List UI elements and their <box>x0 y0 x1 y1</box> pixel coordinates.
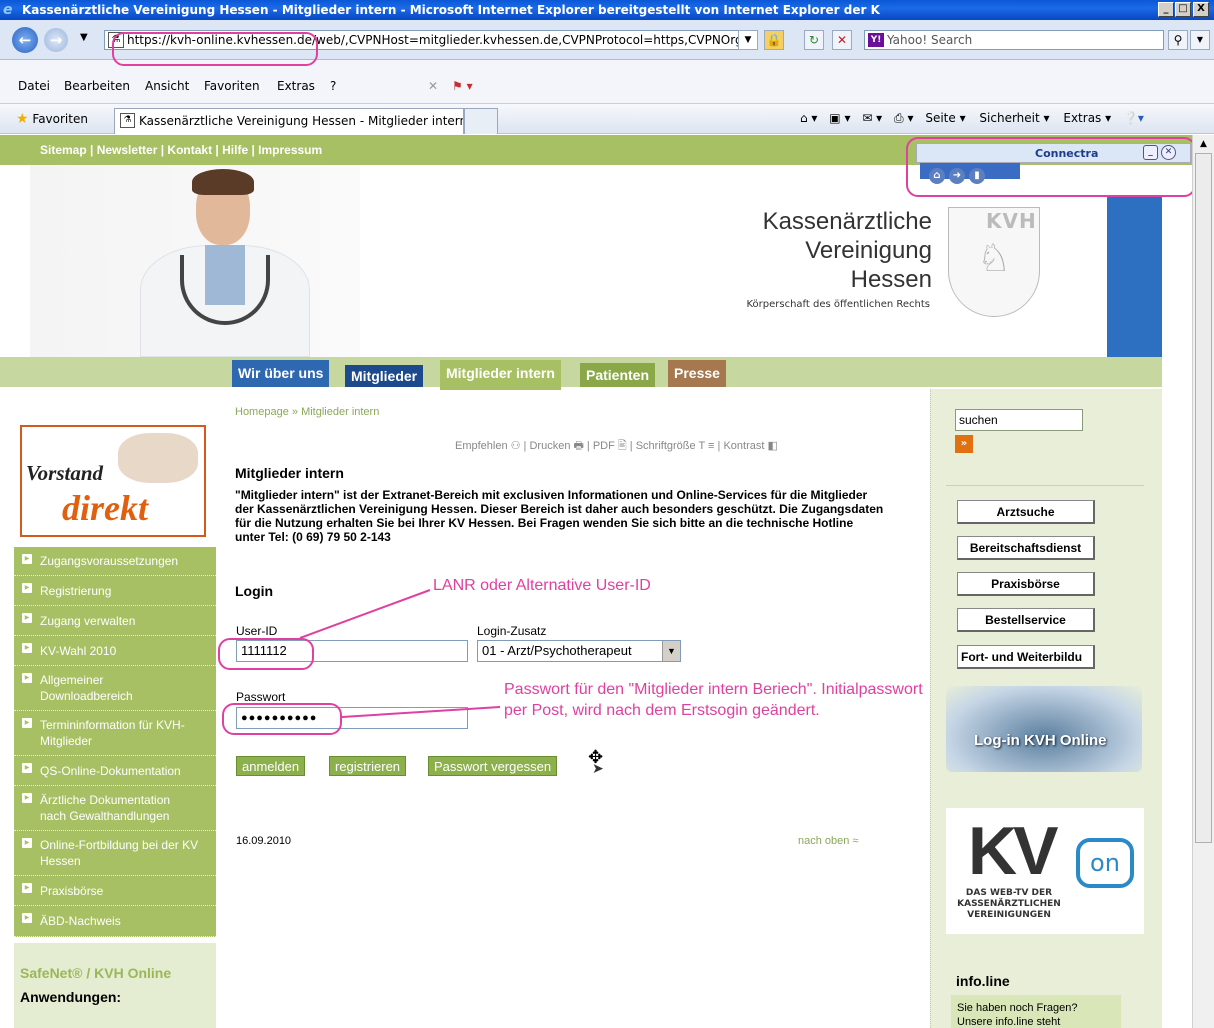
menu-ansicht[interactable]: Ansicht <box>145 79 189 93</box>
site-search-input[interactable]: suchen <box>955 409 1083 431</box>
kvon-subtitle: DAS WEB-TV DER KASSENÄRZTLICHEN VEREINIG… <box>957 888 1061 920</box>
minimize-button[interactable]: _ <box>1158 2 1174 17</box>
new-tab-button[interactable] <box>464 108 498 134</box>
favorites-button[interactable]: ★ Favoriten <box>16 111 88 127</box>
site-search-button[interactable]: » <box>955 435 973 453</box>
scroll-up-icon[interactable]: ▲ <box>1195 136 1212 152</box>
back-icon[interactable]: ← <box>12 27 38 53</box>
close-button[interactable]: X <box>1193 2 1209 17</box>
menu-bearbeiten[interactable]: Bearbeiten <box>64 79 130 93</box>
close-menu-icon[interactable]: ✕ <box>428 79 438 93</box>
login-kvh-online-banner[interactable]: Log-in KVH Online <box>946 686 1142 772</box>
search-options-icon[interactable]: ▼ <box>1190 30 1210 50</box>
arztsuche-button[interactable]: Arztsuche <box>957 500 1095 524</box>
star-icon: ★ <box>16 111 29 127</box>
menu-datei[interactable]: Datei <box>18 79 50 93</box>
favorites-label: Favoriten <box>32 112 88 126</box>
forward-icon[interactable]: → <box>44 28 68 52</box>
browser-tab[interactable]: ⚗ Kassenärztliche Vereinigung Hessen - M… <box>114 108 464 134</box>
infoline-heading: info.line <box>956 973 1010 989</box>
bestellservice-button[interactable]: Bestellservice <box>957 608 1095 632</box>
kv-on-banner[interactable]: KV on DAS WEB-TV DER KASSENÄRZTLICHEN VE… <box>946 808 1144 934</box>
login-kvh-online-label: Log-in KVH Online <box>974 732 1107 749</box>
yahoo-icon: Y! <box>868 33 884 47</box>
favorites-bar: ★ Favoriten ⚗ Kassenärztliche Vereinigun… <box>0 104 1214 134</box>
kvon-on-text: on <box>1076 838 1134 888</box>
cmd-seite[interactable]: Seite ▾ <box>925 111 965 125</box>
chevron-down-icon[interactable]: ▼ <box>80 32 88 43</box>
annotation-password-note: Passwort für den "Mitglieder intern Beri… <box>504 681 923 719</box>
praxisboerse-button[interactable]: Praxisbörse <box>957 572 1095 596</box>
search-icon[interactable]: ⚲ <box>1168 30 1188 50</box>
site-favicon-icon: ⚗ <box>120 113 135 128</box>
window-title: Kassenärztliche Vereinigung Hessen - Mit… <box>22 3 880 17</box>
ie-icon: e <box>3 2 13 18</box>
cmd-extras[interactable]: Extras ▾ <box>1063 111 1111 125</box>
lock-icon[interactable]: 🔒 <box>764 30 784 50</box>
kvon-kv-text: KV <box>968 813 1058 889</box>
infoline-box: Sie haben noch Fragen? Unsere info.line … <box>951 995 1121 1028</box>
feeds-icon[interactable]: ▣ ▾ <box>829 111 850 125</box>
menu-extras[interactable]: Extras <box>277 79 315 93</box>
mail-icon[interactable]: ✉ ▾ <box>862 111 882 125</box>
menu-bar: Datei Bearbeiten Ansicht Favoriten Extra… <box>0 60 1214 104</box>
search-input[interactable]: Y! Yahoo! Search <box>864 30 1164 50</box>
refresh-icon[interactable]: ↻ <box>804 30 824 50</box>
address-dropdown-icon[interactable]: ▼ <box>738 30 758 50</box>
web-page: Sitemap | Newsletter | Kontakt | Hilfe |… <box>0 135 1192 1028</box>
menu-help[interactable]: ? <box>330 79 336 93</box>
print-icon[interactable]: ⎙ ▾ <box>894 111 913 125</box>
maximize-button[interactable]: □ <box>1175 2 1191 17</box>
right-divider <box>946 485 1144 486</box>
search-placeholder: Yahoo! Search <box>887 33 973 47</box>
help-icon[interactable]: ❔▾ <box>1123 111 1144 125</box>
bereitschaftsdienst-button[interactable]: Bereitschaftsdienst <box>957 536 1095 560</box>
fortbildung-button[interactable]: Fort- und Weiterbildu <box>957 645 1095 669</box>
translate-icon[interactable]: ⚑ ▾ <box>452 79 473 93</box>
window-title-bar: e Kassenärztliche Vereinigung Hessen - M… <box>0 0 1214 20</box>
command-bar: ⌂ ▾ ▣ ▾ ✉ ▾ ⎙ ▾ Seite ▾ Sicherheit ▾ Ext… <box>800 111 1144 126</box>
cmd-sicherheit[interactable]: Sicherheit ▾ <box>979 111 1049 125</box>
tab-title: Kassenärztliche Vereinigung Hessen - Mit… <box>139 114 464 128</box>
stop-icon[interactable]: ✕ <box>832 30 852 50</box>
menu-favoriten[interactable]: Favoriten <box>204 79 260 93</box>
scrollbar-thumb[interactable] <box>1195 153 1212 843</box>
annotation-ring-url <box>112 32 318 66</box>
annotation-userid-note: LANR oder Alternative User-ID <box>433 577 651 594</box>
vertical-scrollbar[interactable]: ▲ <box>1192 135 1214 1028</box>
home-icon[interactable]: ⌂ ▾ <box>800 111 817 125</box>
